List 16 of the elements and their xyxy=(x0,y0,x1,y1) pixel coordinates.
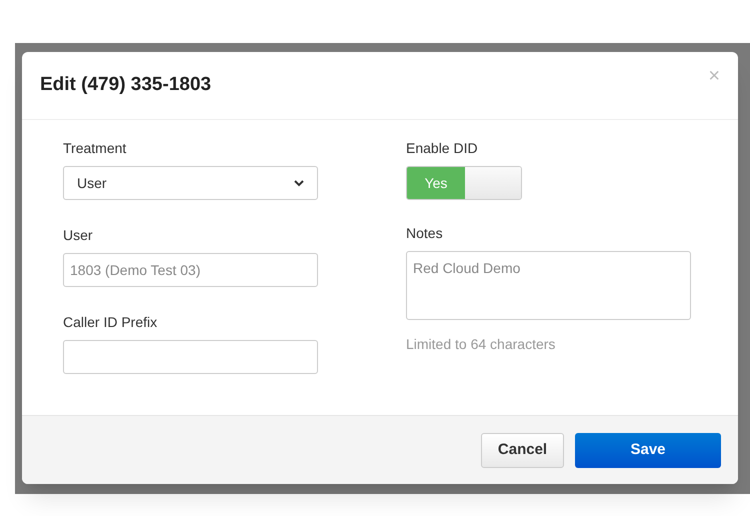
field-label: Notes xyxy=(406,225,444,241)
help-text: Limited to 64 characters xyxy=(406,335,556,354)
field-label: Caller ID Prefix xyxy=(63,314,158,330)
close-button[interactable]: × xyxy=(708,66,720,86)
field-label: Treatment xyxy=(63,140,128,156)
treatment-select[interactable]: User xyxy=(63,166,318,200)
field-label: User xyxy=(63,227,94,243)
toggle-switch[interactable]: Yes xyxy=(406,166,522,200)
chevron-down-icon xyxy=(294,180,304,186)
user-field[interactable]: 1803 (Demo Test 03) xyxy=(63,253,318,287)
dialog-title: Edit (479) 335-1803 xyxy=(40,73,212,98)
save-button[interactable]: Save xyxy=(575,432,721,468)
cancel-button[interactable]: Cancel xyxy=(481,432,564,468)
notes-field[interactable]: Red Cloud Demo xyxy=(406,251,691,320)
field-label: Enable DID xyxy=(406,140,479,156)
caller-id-prefix-field[interactable] xyxy=(63,340,318,374)
